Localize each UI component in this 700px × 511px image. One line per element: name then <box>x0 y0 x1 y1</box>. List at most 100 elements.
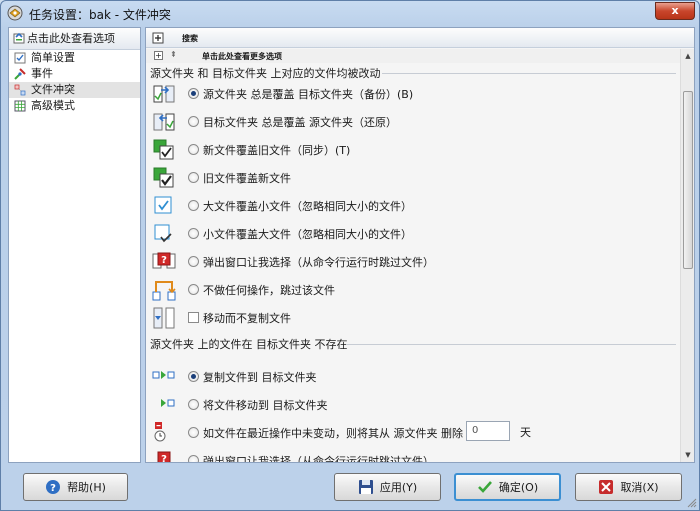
option-label: 大文件覆盖小文件（忽略相同大小的文件） <box>203 200 412 213</box>
tree-item-label: 高级模式 <box>31 99 75 112</box>
tree-item-events[interactable]: 事件 <box>9 66 140 82</box>
section-title-missing-in-target: 源文件夹 上的文件在 目标文件夹 不存在 <box>150 338 348 351</box>
radio-prompt-me-2[interactable] <box>188 455 199 462</box>
radio-prompt-me[interactable] <box>188 256 199 267</box>
scroll-thumb[interactable] <box>683 91 693 269</box>
event-icon <box>14 68 26 80</box>
radio-larger-overwrites-smaller[interactable] <box>188 200 199 211</box>
search-header[interactable]: 搜索 <box>146 28 694 48</box>
radio-copy-to-target[interactable] <box>188 371 199 382</box>
option-label: 目标文件夹 总是覆盖 源文件夹（还原） <box>203 116 397 129</box>
option-source-overwrite-target[interactable]: 源文件夹 总是覆盖 目标文件夹（备份）(B) <box>146 82 676 108</box>
vertical-scrollbar[interactable]: ▲ ▼ <box>680 49 694 462</box>
option-label: 小文件覆盖大文件（忽略相同大小的文件） <box>203 228 412 241</box>
resize-grip-icon[interactable] <box>687 498 697 508</box>
days-unit: 天 <box>520 426 531 439</box>
option-label: 旧文件覆盖新文件 <box>203 172 291 185</box>
option-label: 将文件移动到 目标文件夹 <box>203 399 328 412</box>
skip-icon <box>152 281 176 301</box>
tree-item-simple-settings[interactable]: 简单设置 <box>9 50 140 66</box>
save-icon <box>358 480 373 494</box>
option-prompt-me-2[interactable]: ? 弹出窗口让我选择（从命令行运行时跳过文件） <box>146 449 676 462</box>
option-label: 弹出窗口让我选择（从命令行运行时跳过文件） <box>203 256 434 269</box>
expand-all-icon <box>152 32 164 44</box>
radio-smaller-overwrites-larger[interactable] <box>188 228 199 239</box>
radio-skip-file[interactable] <box>188 284 199 295</box>
option-label: 弹出窗口让我选择（从命令行运行时跳过文件） <box>203 455 434 462</box>
cancel-label: 取消(X) <box>620 481 659 494</box>
grid-icon <box>14 100 26 112</box>
scroll-up-icon[interactable]: ▲ <box>682 49 694 63</box>
option-prompt-me[interactable]: ? 弹出窗口让我选择（从命令行运行时跳过文件） <box>146 250 676 276</box>
copy-icon <box>152 371 175 379</box>
help-icon: ? <box>46 480 61 494</box>
more-options-row[interactable]: + ⇞ 单击此处查看更多选项 <box>146 49 680 63</box>
radio-target-overwrite-source[interactable] <box>188 116 199 127</box>
restore-icon <box>153 113 175 131</box>
view-options-header[interactable]: 点击此处查看选项 <box>9 28 140 50</box>
apply-button[interactable]: 应用(Y) <box>334 473 441 501</box>
question-icon: ? <box>157 451 171 462</box>
title-bar: 任务设置：bak - 文件冲突 x <box>1 1 699 25</box>
section-divider <box>382 73 676 74</box>
radio-source-overwrite-target[interactable] <box>188 88 199 99</box>
option-label: 移动而不复制文件 <box>203 312 291 325</box>
checkbox-move-instead-of-copy[interactable] <box>188 312 199 323</box>
older-file-icon <box>153 167 174 188</box>
tree-item-label: 简单设置 <box>31 51 75 64</box>
option-move-instead-of-copy[interactable]: 移动而不复制文件 <box>146 306 676 332</box>
tree-item-advanced-mode[interactable]: 高级模式 <box>9 98 140 114</box>
larger-file-icon <box>154 196 172 214</box>
file-conflict-panel: 搜索 + ⇞ 单击此处查看更多选项 源文件夹 和 目标文件夹 上对应的文件均被改… <box>145 27 695 463</box>
section-divider <box>346 344 676 345</box>
option-skip-file[interactable]: 不做任何操作，跳过该文件 <box>146 278 676 304</box>
radio-delete-if-unchanged[interactable] <box>188 427 199 438</box>
option-label: 新文件覆盖旧文件（同步）(T) <box>203 144 351 157</box>
option-label: 复制文件到 目标文件夹 <box>203 371 317 384</box>
checklist-icon <box>14 52 26 64</box>
view-options-label: 点击此处查看选项 <box>27 32 115 45</box>
option-move-to-target[interactable]: 将文件移动到 目标文件夹 <box>146 393 676 419</box>
app-icon <box>7 5 23 21</box>
cancel-icon <box>599 480 614 494</box>
help-button[interactable]: ? 帮助(H) <box>23 473 128 501</box>
close-button[interactable]: x <box>655 2 695 20</box>
option-target-overwrite-source[interactable]: 目标文件夹 总是覆盖 源文件夹（还原） <box>146 110 676 136</box>
smaller-file-icon <box>154 224 172 243</box>
tree-item-file-conflict[interactable]: 文件冲突 <box>9 82 140 98</box>
backup-icon <box>153 85 175 103</box>
svg-text:?: ? <box>161 454 167 462</box>
move-file-icon <box>161 399 175 407</box>
conflict-icon <box>14 84 26 96</box>
tree-item-label: 文件冲突 <box>31 83 75 96</box>
plus-icon[interactable]: + <box>154 51 163 60</box>
collapse-icon[interactable]: ⇞ <box>170 50 180 61</box>
options-icon <box>13 32 25 44</box>
scroll-down-icon[interactable]: ▼ <box>682 448 694 462</box>
cancel-button[interactable]: 取消(X) <box>575 473 682 501</box>
radio-move-to-target[interactable] <box>188 399 199 410</box>
option-newer-overwrites-older[interactable]: 新文件覆盖旧文件（同步）(T) <box>146 138 676 164</box>
option-copy-to-target[interactable]: 复制文件到 目标文件夹 <box>146 365 676 391</box>
option-smaller-overwrites-larger[interactable]: 小文件覆盖大文件（忽略相同大小的文件） <box>146 222 676 248</box>
radio-newer-overwrites-older[interactable] <box>188 144 199 155</box>
option-larger-overwrites-smaller[interactable]: 大文件覆盖小文件（忽略相同大小的文件） <box>146 194 676 220</box>
options-tree: 点击此处查看选项 简单设置 事件 文件冲突 高级模式 <box>8 27 141 463</box>
check-icon <box>477 481 492 493</box>
search-label: 搜索 <box>182 34 198 43</box>
ok-button[interactable]: 确定(O) <box>454 473 561 501</box>
option-older-overwrites-newer[interactable]: 旧文件覆盖新文件 <box>146 166 676 192</box>
radio-older-overwrites-newer[interactable] <box>188 172 199 183</box>
option-delete-if-unchanged[interactable]: 如文件在最近操作中未变动，则将其从 源文件夹 删除 0 天 <box>146 421 676 447</box>
window-title: 任务设置：bak - 文件冲突 <box>29 8 171 22</box>
delete-timer-icon <box>154 422 166 442</box>
section-title-both-modified: 源文件夹 和 目标文件夹 上对应的文件均被改动 <box>150 67 381 80</box>
question-icon: ? <box>152 252 176 269</box>
option-label: 不做任何操作，跳过该文件 <box>203 284 335 297</box>
more-options-label: 单击此处查看更多选项 <box>202 52 282 61</box>
tree-item-label: 事件 <box>31 67 53 80</box>
options-scroll-area: 源文件夹 和 目标文件夹 上对应的文件均被改动 源文件夹 总是覆盖 目标文件夹（… <box>146 63 680 462</box>
option-label: 源文件夹 总是覆盖 目标文件夹（备份）(B) <box>203 88 414 101</box>
help-label: 帮助(H) <box>67 481 106 494</box>
days-input[interactable]: 0 <box>466 421 510 441</box>
